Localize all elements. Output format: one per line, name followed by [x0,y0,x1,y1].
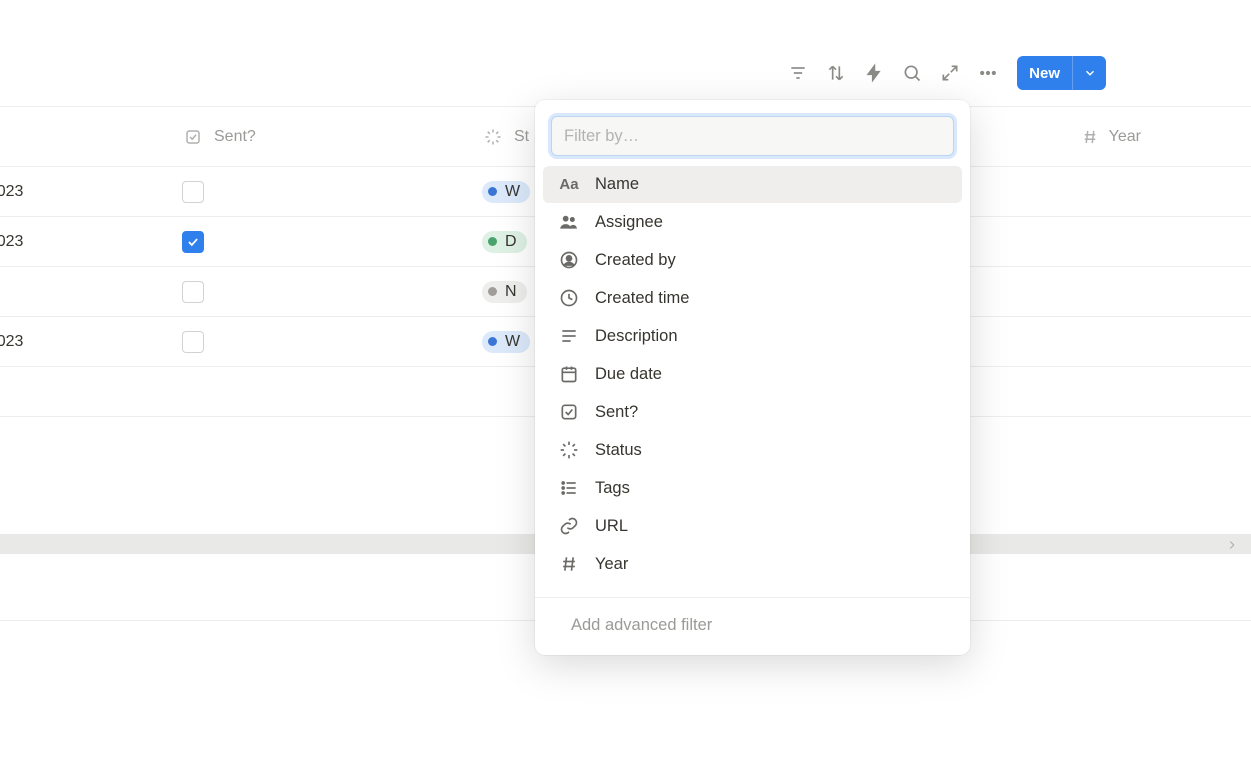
column-header-label: St [514,128,529,146]
column-header-label: Year [1109,128,1141,146]
filter-option-description[interactable]: Description [543,317,962,355]
search-icon[interactable] [895,56,929,90]
number-icon [557,554,581,574]
status-badge: W [482,331,530,353]
filter-option-label: Sent? [595,403,638,422]
lightning-icon[interactable] [857,56,891,90]
checkbox[interactable] [182,181,204,203]
new-button-label: New [1017,65,1072,82]
filter-option-year[interactable]: Year [543,545,962,583]
filter-option-label: Created time [595,289,689,308]
filter-option-label: URL [595,517,628,536]
checkbox[interactable] [182,231,204,253]
filter-options: Aa Name Assignee Created by Created time [543,164,962,591]
filter-option-sent[interactable]: Sent? [543,393,962,431]
divider [535,597,970,598]
filter-option-url[interactable]: URL [543,507,962,545]
filter-option-created-by[interactable]: Created by [543,241,962,279]
cell-date: 7, 2023 [0,233,23,251]
filter-option-label: Status [595,441,642,460]
checkbox[interactable] [182,331,204,353]
filter-option-name[interactable]: Aa Name [543,166,962,203]
list-icon [557,478,581,498]
scroll-right-icon[interactable] [1225,538,1239,552]
filter-option-status[interactable]: Status [543,431,962,469]
expand-icon[interactable] [933,56,967,90]
filter-option-label: Assignee [595,213,663,232]
filter-option-label: Description [595,327,678,346]
sort-icon[interactable] [819,56,853,90]
loading-icon [557,440,581,460]
new-button-dropdown[interactable] [1072,56,1106,90]
filter-option-label: Year [595,555,628,574]
new-button[interactable]: New [1017,56,1106,90]
clock-icon [557,288,581,308]
filter-option-label: Due date [595,365,662,384]
number-icon [1081,126,1099,148]
calendar-icon [557,364,581,384]
text-lines-icon [557,326,581,346]
status-badge: D [482,231,527,253]
more-icon[interactable] [971,56,1005,90]
loading-icon [482,126,504,148]
cell-date: 9, 2023 [0,333,23,351]
filter-option-label: Tags [595,479,630,498]
checkbox[interactable] [182,281,204,303]
filter-option-due-date[interactable]: Due date [543,355,962,393]
column-header-label: Sent? [214,128,256,146]
filter-option-created-time[interactable]: Created time [543,279,962,317]
status-badge: N [482,281,527,303]
person-icon [557,250,581,270]
filter-option-label: Name [595,175,639,194]
add-advanced-filter-label: Add advanced filter [571,616,712,635]
add-advanced-filter[interactable]: Add advanced filter [543,604,962,647]
column-header-year[interactable]: Year [1070,126,1251,148]
filter-search-input[interactable] [551,116,954,156]
filter-option-label: Created by [595,251,676,270]
checkbox-icon [182,126,204,148]
filter-option-assignee[interactable]: Assignee [543,203,962,241]
link-icon [557,516,581,536]
filter-option-tags[interactable]: Tags [543,469,962,507]
column-header-sent[interactable]: Sent? [170,126,470,148]
text-icon: Aa [557,176,581,193]
view-toolbar: New [781,56,1106,90]
checkbox-icon [557,402,581,422]
filter-popup: Aa Name Assignee Created by Created time [535,100,970,655]
people-icon [557,212,581,232]
cell-date: 1, 2023 [0,183,23,201]
filter-icon[interactable] [781,56,815,90]
status-badge: W [482,181,530,203]
